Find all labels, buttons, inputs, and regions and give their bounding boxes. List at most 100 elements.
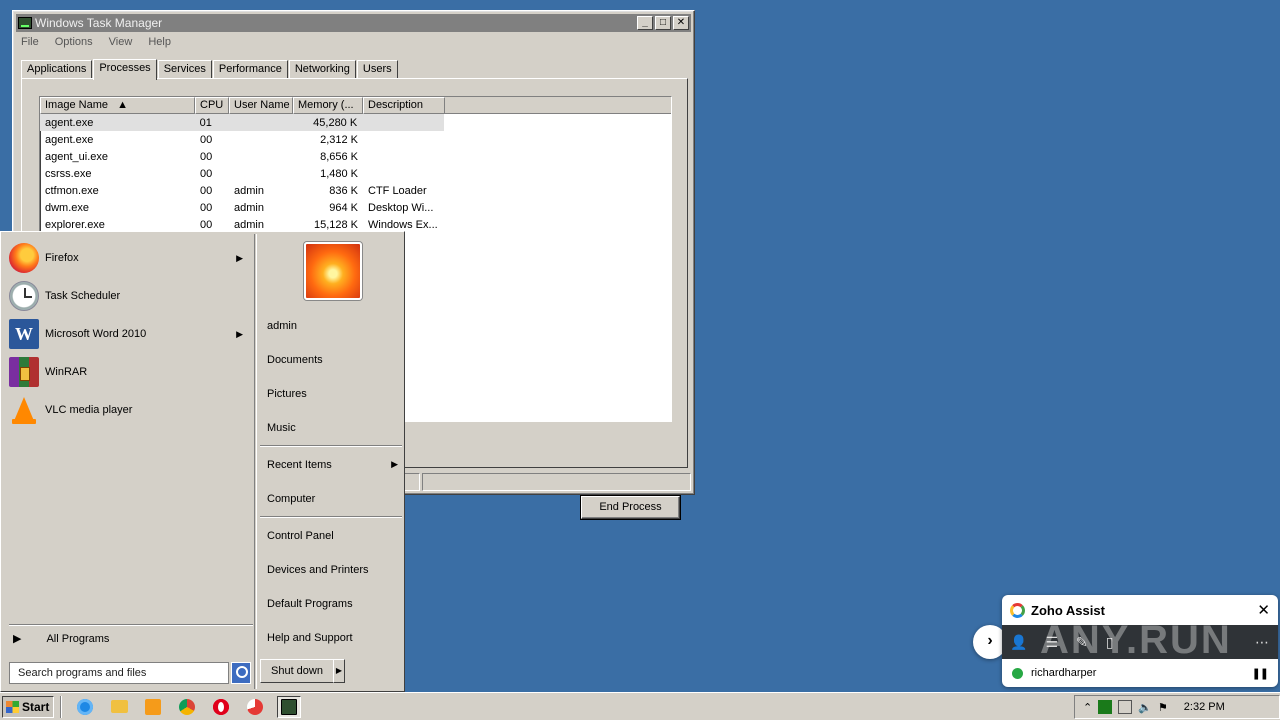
process-name-cell: agent_ui.exe	[45, 150, 108, 163]
link-devices-and-printers[interactable]: Devices and Printers	[267, 564, 402, 576]
taskbar: Start ⌃ 🔈 ⚑ 2:32 PM	[0, 692, 1280, 720]
firefox-icon	[9, 243, 39, 273]
memory-cell: 836 K	[329, 184, 358, 197]
column-image-name[interactable]: Image Name ▲	[40, 97, 195, 114]
winrar-icon	[9, 357, 39, 387]
action-center-flag-icon[interactable]: ⚑	[1158, 701, 1168, 714]
link-computer[interactable]: Computer	[267, 493, 402, 505]
taskbar-internet-explorer[interactable]	[73, 696, 97, 718]
description-cell: Desktop Wi...	[368, 201, 434, 214]
ccleaner-icon	[247, 698, 263, 715]
link-pictures[interactable]: Pictures	[267, 388, 402, 400]
submenu-arrow-icon: ▶	[236, 328, 243, 339]
task-manager-titlebar[interactable]: Windows Task Manager _ □ ✕	[16, 14, 691, 32]
process-name-cell: explorer.exe	[45, 218, 105, 231]
tab-bar: Applications Processes Services Performa…	[21, 59, 399, 80]
maximize-button[interactable]: □	[655, 16, 671, 30]
system-tray: ⌃ 🔈 ⚑ 2:32 PM	[1074, 695, 1280, 719]
link-help-and-support[interactable]: Help and Support	[267, 632, 402, 644]
taskbar-explorer[interactable]	[107, 696, 131, 718]
taskbar-ccleaner[interactable]	[243, 696, 267, 718]
process-name-cell: agent.exe	[45, 116, 94, 129]
link-recent-items[interactable]: Recent Items ▶	[267, 459, 402, 471]
volume-icon[interactable]: 🔈	[1138, 701, 1152, 714]
zoho-toolbar: 👤 ☰ ✎ ▯ ⋯	[1002, 625, 1278, 659]
cpu-cell: 00	[200, 218, 213, 231]
user-picture[interactable]	[304, 242, 362, 300]
tab-processes[interactable]: Processes	[93, 59, 157, 80]
table-row[interactable]: dwm.exe 00 admin 964 K Desktop Wi...	[40, 199, 671, 216]
submenu-arrow-icon: ▶	[391, 459, 398, 469]
menu-file[interactable]: File	[19, 35, 41, 49]
more-options-icon[interactable]: ⋯	[1255, 634, 1270, 651]
tab-performance[interactable]: Performance	[212, 60, 288, 79]
column-cpu[interactable]: CPU	[195, 97, 229, 114]
user-name-cell: admin	[234, 184, 264, 197]
network-icon[interactable]	[1118, 700, 1133, 714]
memory-cell: 45,280 K	[313, 116, 358, 129]
show-hidden-icons-icon[interactable]: ⌃	[1083, 701, 1092, 714]
shutdown-button[interactable]: Shut down	[260, 659, 334, 683]
search-input[interactable]: Search programs and files	[9, 662, 229, 684]
program-word[interactable]: W Microsoft Word 2010 ▶	[9, 316, 249, 352]
column-description[interactable]: Description	[363, 97, 445, 114]
chrome-icon	[179, 698, 195, 715]
taskbar-opera[interactable]	[209, 696, 233, 718]
memory-cell: 8,656 K	[320, 150, 358, 163]
table-row[interactable]: ctfmon.exe 00 admin 836 K CTF Loader	[40, 182, 671, 199]
program-winrar[interactable]: WinRAR	[9, 354, 249, 390]
program-task-scheduler[interactable]: Task Scheduler	[9, 278, 249, 314]
submenu-arrow-icon: ▶	[236, 252, 243, 263]
link-documents[interactable]: Documents	[267, 354, 402, 366]
tray-app-icon[interactable]	[1098, 700, 1113, 714]
clock[interactable]: 2:32 PM	[1184, 701, 1225, 713]
close-icon[interactable]: ✕	[1257, 601, 1270, 619]
chat-icon[interactable]: ☰	[1045, 634, 1058, 651]
menu-help[interactable]: Help	[146, 35, 173, 49]
user-name-cell: admin	[234, 201, 264, 214]
tab-users[interactable]: Users	[356, 60, 398, 79]
taskbar-task-manager[interactable]	[277, 695, 301, 718]
menu-options[interactable]: Options	[53, 35, 95, 49]
divider	[254, 234, 255, 689]
shutdown-options-arrow-icon[interactable]: ▶	[333, 659, 345, 683]
link-default-programs[interactable]: Default Programs	[267, 598, 402, 610]
end-process-button[interactable]: End Process	[581, 496, 680, 519]
window-title: Windows Task Manager	[35, 16, 163, 30]
column-user-name[interactable]: User Name	[229, 97, 293, 114]
all-programs-button[interactable]: ▶ All Programs	[13, 632, 109, 646]
file-icon[interactable]: ▯	[1106, 634, 1114, 651]
start-button[interactable]: Start	[2, 695, 54, 718]
link-control-panel[interactable]: Control Panel	[267, 530, 402, 542]
taskbar-media-player[interactable]	[141, 696, 165, 718]
start-menu: Firefox ▶ Task Scheduler W Microsoft Wor…	[0, 231, 405, 692]
minimize-button[interactable]: _	[637, 16, 653, 30]
folder-icon	[110, 700, 128, 713]
pen-icon[interactable]: ✎	[1076, 634, 1088, 651]
close-button[interactable]: ✕	[673, 16, 689, 30]
online-status-icon	[1012, 667, 1023, 679]
link-admin[interactable]: admin	[267, 320, 402, 332]
link-music[interactable]: Music	[267, 422, 402, 434]
memory-cell: 964 K	[329, 201, 358, 214]
cpu-cell: 01	[199, 116, 212, 129]
table-row[interactable]: agent.exe 00 2,312 K	[40, 131, 671, 148]
pause-icon[interactable]: ❚❚	[1252, 667, 1269, 680]
search-icon[interactable]	[231, 662, 251, 684]
tab-networking[interactable]: Networking	[288, 60, 356, 79]
user-icon[interactable]: 👤	[1010, 634, 1027, 651]
program-vlc[interactable]: VLC media player	[9, 392, 249, 428]
tab-services[interactable]: Services	[157, 60, 212, 79]
program-firefox[interactable]: Firefox ▶	[9, 240, 249, 276]
menu-view[interactable]: View	[107, 35, 135, 49]
table-row[interactable]: csrss.exe 00 1,480 K	[40, 165, 671, 182]
table-row[interactable]: agent_ui.exe 00 8,656 K	[40, 148, 671, 165]
table-row[interactable]: agent.exe 01 45,280 K	[40, 114, 444, 131]
task-manager-icon	[18, 17, 32, 29]
start-menu-programs-pane: Firefox ▶ Task Scheduler W Microsoft Wor…	[3, 234, 253, 689]
windows-logo-icon	[6, 700, 19, 713]
tab-applications[interactable]: Applications	[21, 60, 93, 79]
taskbar-chrome[interactable]	[175, 696, 199, 718]
user-name-cell: admin	[234, 218, 264, 231]
column-memory[interactable]: Memory (...	[293, 97, 363, 114]
